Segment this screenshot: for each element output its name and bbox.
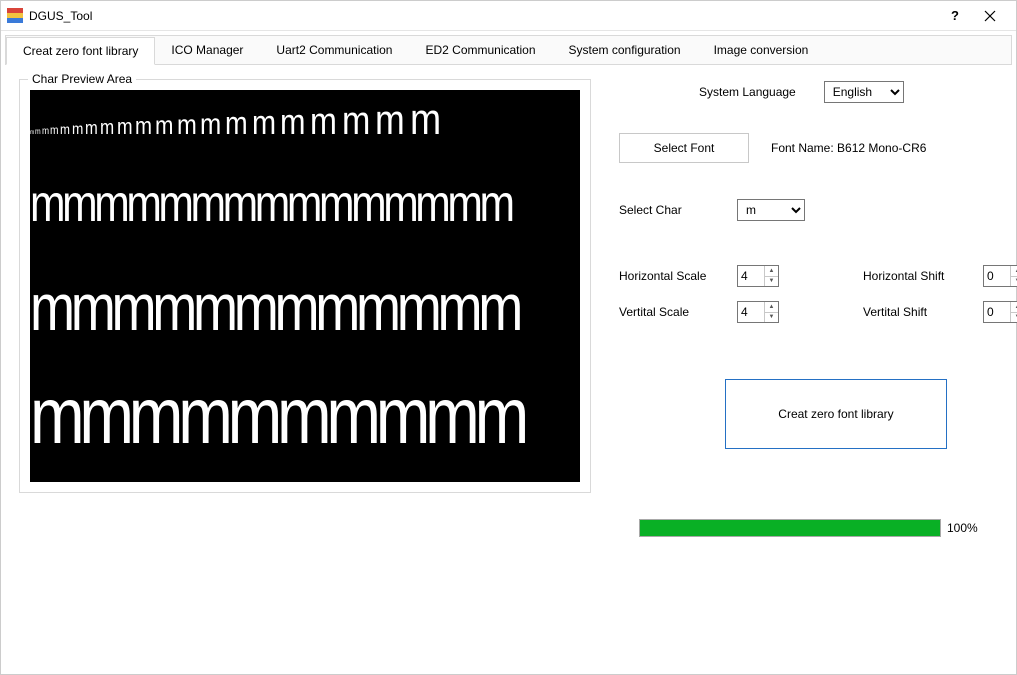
vshift-input[interactable]: [984, 302, 1010, 322]
hscale-spinner[interactable]: ▲▼: [737, 265, 779, 287]
progress-label: 100%: [947, 521, 978, 535]
select-char-row: Select Char m: [619, 199, 1017, 221]
select-char-select[interactable]: m: [737, 199, 805, 221]
tab-strip: Creat zero font library ICO Manager Uart…: [5, 35, 1012, 65]
progress-row: 100%: [639, 519, 1017, 537]
chevron-up-icon[interactable]: ▲: [765, 302, 778, 313]
help-button[interactable]: ?: [940, 1, 970, 31]
tab-image-conversion[interactable]: Image conversion: [698, 36, 826, 64]
tab-ed2-communication[interactable]: ED2 Communication: [409, 36, 552, 64]
hshift-label: Horizontal Shift: [863, 269, 983, 283]
select-char-label: Select Char: [619, 203, 737, 217]
language-select[interactable]: English: [824, 81, 904, 103]
chevron-down-icon[interactable]: ▼: [1011, 277, 1017, 287]
vshift-spinner[interactable]: ▲▼: [983, 301, 1017, 323]
chevron-up-icon[interactable]: ▲: [1011, 302, 1017, 313]
window-title: DGUS_Tool: [29, 9, 92, 23]
hscale-input[interactable]: [738, 266, 764, 286]
titlebar: DGUS_Tool ?: [1, 1, 1016, 31]
app-icon: [7, 8, 23, 24]
hshift-spinner[interactable]: ▲▼: [983, 265, 1017, 287]
chevron-down-icon[interactable]: ▼: [765, 313, 778, 323]
close-button[interactable]: [970, 1, 1010, 31]
controls-panel: System Language English Select Font Font…: [619, 79, 1017, 537]
scale-grid: Horizontal Scale ▲▼ Horizontal Shift ▲▼ …: [619, 265, 1017, 323]
font-name-label: Font Name: B612 Mono-CR6: [771, 141, 926, 155]
vscale-spinner[interactable]: ▲▼: [737, 301, 779, 323]
tab-uart2-communication[interactable]: Uart2 Communication: [260, 36, 409, 64]
create-font-library-button[interactable]: Creat zero font library: [725, 379, 947, 449]
vscale-arrows[interactable]: ▲▼: [764, 302, 778, 322]
hscale-arrows[interactable]: ▲▼: [764, 266, 778, 286]
char-preview-surface: mmmmmmmmmmmmmmmmmmmmmmmmmmmmmmmmmmmmmmmm…: [30, 90, 580, 482]
font-row: Select Font Font Name: B612 Mono-CR6: [619, 133, 1017, 163]
vshift-label: Vertital Shift: [863, 305, 983, 319]
tab-creat-zero-font-library[interactable]: Creat zero font library: [6, 37, 155, 65]
chevron-down-icon[interactable]: ▼: [765, 277, 778, 287]
char-preview-label: Char Preview Area: [28, 72, 136, 86]
hscale-label: Horizontal Scale: [619, 269, 737, 283]
tab-ico-manager[interactable]: ICO Manager: [155, 36, 260, 64]
progress-bar: [639, 519, 941, 537]
select-font-button[interactable]: Select Font: [619, 133, 749, 163]
language-label: System Language: [699, 85, 796, 99]
vshift-arrows[interactable]: ▲▼: [1010, 302, 1017, 322]
chevron-up-icon[interactable]: ▲: [1011, 266, 1017, 277]
preview-panel: Char Preview Area mmmmmmmmmmmmmmmmmmmmmm…: [19, 79, 591, 537]
hshift-input[interactable]: [984, 266, 1010, 286]
vscale-input[interactable]: [738, 302, 764, 322]
language-row: System Language English: [699, 81, 1017, 103]
chevron-up-icon[interactable]: ▲: [765, 266, 778, 277]
tab-system-configuration[interactable]: System configuration: [553, 36, 698, 64]
vscale-label: Vertital Scale: [619, 305, 737, 319]
tab-content: Char Preview Area mmmmmmmmmmmmmmmmmmmmmm…: [5, 65, 1012, 551]
char-preview-group: Char Preview Area mmmmmmmmmmmmmmmmmmmmmm…: [19, 79, 591, 493]
chevron-down-icon[interactable]: ▼: [1011, 313, 1017, 323]
progress-fill: [640, 520, 940, 536]
close-icon: [984, 10, 996, 22]
hshift-arrows[interactable]: ▲▼: [1010, 266, 1017, 286]
